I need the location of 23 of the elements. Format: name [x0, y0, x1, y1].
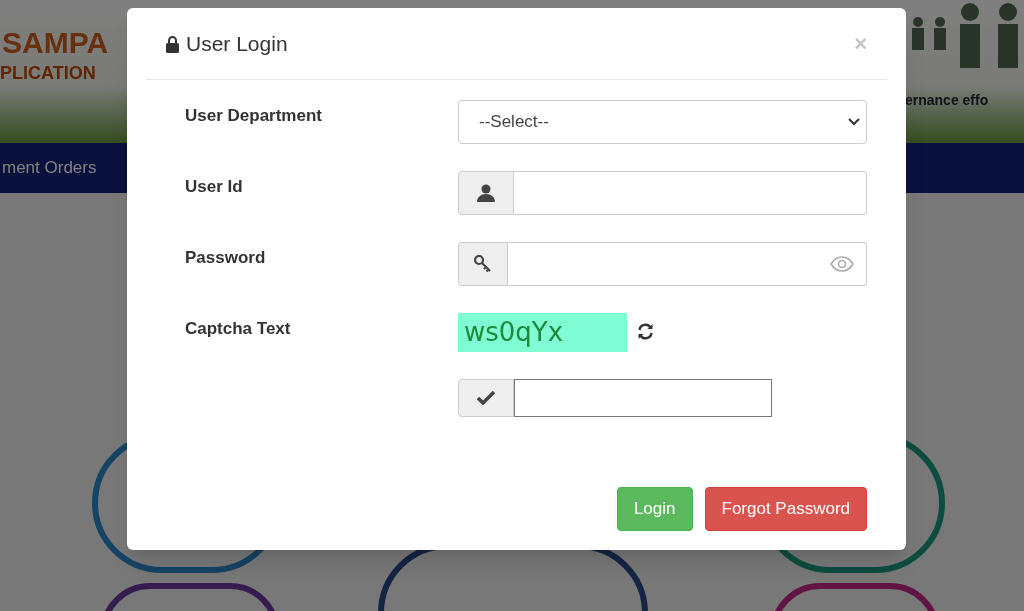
captcha-image: ws0qYx [458, 313, 627, 352]
forgot-password-button[interactable]: Forgot Password [704, 487, 867, 531]
nav-item[interactable]: ment Orders [0, 155, 97, 181]
password-field[interactable] [508, 242, 867, 286]
captcha-input-field[interactable] [514, 379, 772, 417]
logo-subtitle: PLICATION [0, 62, 96, 85]
check-icon [477, 391, 495, 405]
logo-text: SAMPA [2, 25, 109, 61]
refresh-icon[interactable] [637, 323, 654, 340]
field-label: User Id [185, 177, 243, 196]
eye-icon[interactable] [830, 256, 854, 272]
field-label: Captcha Text [185, 319, 291, 338]
user-icon [477, 184, 495, 202]
key-icon [474, 255, 492, 273]
field-label: Password [185, 248, 266, 267]
department-select[interactable]: --Select-- [458, 100, 867, 144]
tagline-text: ernance effo [905, 91, 989, 110]
field-label: User Department [185, 106, 322, 125]
chevron-down-icon [848, 118, 860, 126]
lock-icon [165, 34, 180, 53]
dialog-title: User Login [186, 30, 289, 57]
login-button[interactable]: Login [616, 487, 693, 531]
user-id-field[interactable] [514, 171, 867, 215]
